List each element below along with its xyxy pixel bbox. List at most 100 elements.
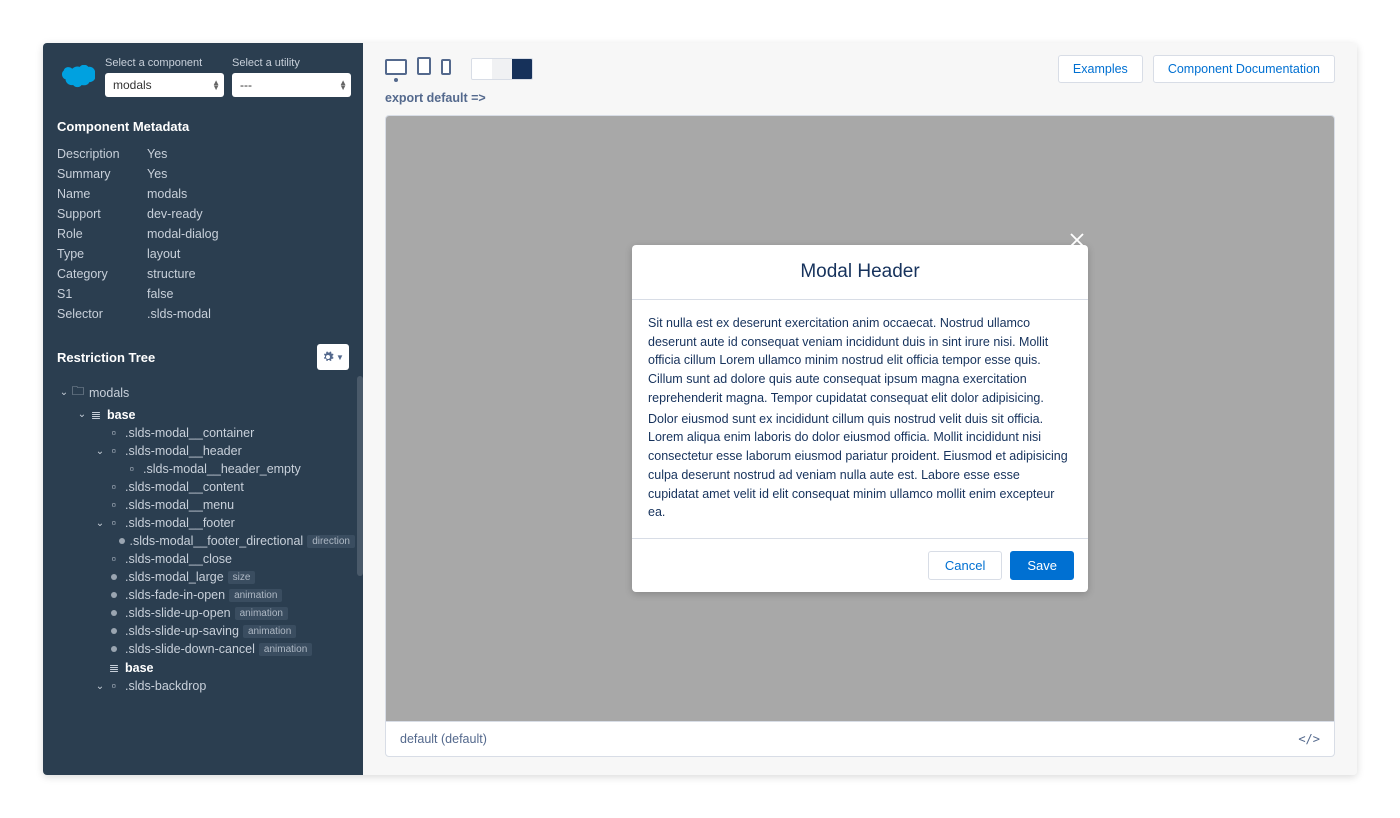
utility-select-label: Select a utility <box>232 57 351 69</box>
element-icon: ▫ <box>107 480 121 494</box>
meta-key: Role <box>57 227 147 241</box>
tree-node-slidedown-cancel[interactable]: .slds-slide-down-cancelanimation <box>57 640 355 658</box>
preview-footer: default (default) </> <box>386 721 1334 756</box>
tree-node-footer[interactable]: ⌄▫.slds-modal__footer <box>57 514 355 532</box>
swatch-dark[interactable] <box>512 59 532 79</box>
chevron-down-icon: ▼ <box>336 353 344 362</box>
tree-node-content[interactable]: ▫.slds-modal__content <box>57 478 355 496</box>
doc-links: Examples Component Documentation <box>1058 55 1335 83</box>
modal-dialog: Modal Header Sit nulla est ex deserunt e… <box>632 245 1088 592</box>
tree-node-header-empty[interactable]: ▫.slds-modal__header_empty <box>57 460 355 478</box>
meta-val: false <box>147 287 173 301</box>
layers-icon: ≣ <box>89 407 103 422</box>
tree-node-container[interactable]: ▫.slds-modal__container <box>57 424 355 442</box>
meta-key: Name <box>57 187 147 201</box>
swatch-gray[interactable] <box>492 59 512 79</box>
tree-badge: animation <box>229 589 282 602</box>
variant-label: default (default) <box>400 732 487 746</box>
sidebar-top: Select a component modals ▲▼ Select a ut… <box>43 43 363 105</box>
component-select[interactable]: modals ▲▼ <box>105 73 224 97</box>
restriction-header: Restriction Tree ▼ <box>43 334 363 376</box>
element-icon: ▫ <box>107 552 121 566</box>
bullet-icon <box>107 592 121 598</box>
code-toggle-button[interactable]: </> <box>1298 732 1320 746</box>
meta-key: Type <box>57 247 147 261</box>
meta-key: Summary <box>57 167 147 181</box>
examples-link[interactable]: Examples <box>1058 55 1143 83</box>
viewport-icons <box>385 57 451 82</box>
chevron-down-icon: ⌄ <box>93 446 107 457</box>
tree-node-fadein[interactable]: .slds-fade-in-openanimation <box>57 586 355 604</box>
tree-node-base2[interactable]: ≣base <box>57 658 355 677</box>
phone-icon <box>441 59 451 75</box>
viewport-tablet[interactable] <box>417 57 431 82</box>
metadata-list: DescriptionYes SummaryYes Namemodals Sup… <box>43 144 363 334</box>
preview-canvas: Modal Header Sit nulla est ex deserunt e… <box>386 116 1334 721</box>
element-icon: ▫ <box>125 462 139 476</box>
chevron-down-icon: ⌄ <box>93 681 107 692</box>
app-root: Select a component modals ▲▼ Select a ut… <box>43 43 1357 775</box>
bullet-icon <box>107 610 121 616</box>
viewport-phone[interactable] <box>441 59 451 82</box>
gear-icon <box>322 351 334 363</box>
restriction-title: Restriction Tree <box>57 350 155 365</box>
element-icon: ▫ <box>107 679 121 693</box>
modal-body: Sit nulla est ex deserunt exercitation a… <box>632 300 1088 538</box>
modal-close-button[interactable] <box>1068 231 1086 254</box>
tree-node-base[interactable]: ⌄≣base <box>57 405 355 424</box>
tree-node-slideup-open[interactable]: .slds-slide-up-openanimation <box>57 604 355 622</box>
modal-paragraph: Dolor eiusmod sunt ex incididunt cillum … <box>648 410 1072 523</box>
meta-val: Yes <box>147 147 167 161</box>
desktop-icon <box>385 59 407 75</box>
select-arrows-icon: ▲▼ <box>212 80 220 90</box>
modal-footer: Cancel Save <box>632 538 1088 592</box>
viewport-desktop[interactable] <box>385 59 407 82</box>
bullet-icon <box>118 538 125 544</box>
tree-node-close[interactable]: ▫.slds-modal__close <box>57 550 355 568</box>
tree-node-large[interactable]: .slds-modal_largesize <box>57 568 355 586</box>
tree-badge: animation <box>235 607 288 620</box>
swatch-white[interactable] <box>472 59 492 79</box>
cancel-button[interactable]: Cancel <box>928 551 1002 580</box>
modal-header: Modal Header <box>632 245 1088 300</box>
component-select-group: Select a component modals ▲▼ <box>105 57 224 97</box>
meta-key: Description <box>57 147 147 161</box>
select-arrows-icon: ▲▼ <box>339 80 347 90</box>
chevron-down-icon: ⌄ <box>93 518 107 529</box>
meta-val: dev-ready <box>147 207 203 221</box>
tree-node-header[interactable]: ⌄▫.slds-modal__header <box>57 442 355 460</box>
meta-key: S1 <box>57 287 147 301</box>
tree-node-backdrop[interactable]: ⌄▫.slds-backdrop <box>57 677 355 695</box>
utility-select-value: --- <box>240 78 252 92</box>
tree-scrollbar[interactable] <box>357 376 363 576</box>
preview-frame: Modal Header Sit nulla est ex deserunt e… <box>385 115 1335 757</box>
meta-val: modals <box>147 187 187 201</box>
meta-val: layout <box>147 247 180 261</box>
meta-key: Selector <box>57 307 147 321</box>
component-select-label: Select a component <box>105 57 224 69</box>
tree-node-modals[interactable]: ⌄🗀modals <box>57 380 355 405</box>
save-button[interactable]: Save <box>1010 551 1074 580</box>
utility-select[interactable]: --- ▲▼ <box>232 73 351 97</box>
modal-paragraph: Sit nulla est ex deserunt exercitation a… <box>648 314 1072 408</box>
meta-key: Category <box>57 267 147 281</box>
tree-node-footer-directional[interactable]: .slds-modal__footer_directionaldirection <box>57 532 355 550</box>
bullet-icon <box>107 646 121 652</box>
bullet-icon <box>107 628 121 634</box>
salesforce-logo-icon <box>57 65 95 91</box>
tree-node-menu[interactable]: ▫.slds-modal__menu <box>57 496 355 514</box>
documentation-link[interactable]: Component Documentation <box>1153 55 1335 83</box>
close-icon <box>1068 231 1086 249</box>
tree-node-slideup-saving[interactable]: .slds-slide-up-savinganimation <box>57 622 355 640</box>
tree-badge: direction <box>307 535 355 548</box>
bullet-icon <box>107 574 121 580</box>
viewport-row <box>385 57 533 82</box>
chevron-down-icon: ⌄ <box>75 409 89 420</box>
layers-icon: ≣ <box>107 660 121 675</box>
folder-icon: 🗀 <box>71 382 85 403</box>
toolbar: Examples Component Documentation <box>363 43 1357 83</box>
tree-settings-button[interactable]: ▼ <box>317 344 349 370</box>
element-icon: ▫ <box>107 426 121 440</box>
meta-val: structure <box>147 267 196 281</box>
tree-badge: animation <box>259 643 312 656</box>
